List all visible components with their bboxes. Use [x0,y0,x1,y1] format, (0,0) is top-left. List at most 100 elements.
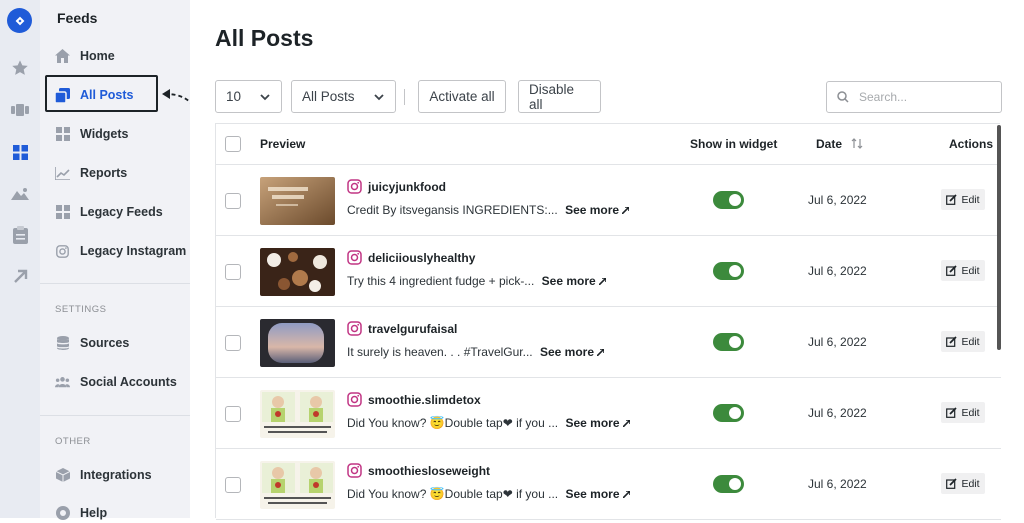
feeds-grid-icon[interactable] [10,142,30,162]
post-thumbnail[interactable] [260,390,335,438]
post-thumbnail[interactable] [260,177,335,225]
column-actions: Actions [949,137,994,151]
edit-button[interactable]: Edit [941,260,985,281]
sidebar-item-sources[interactable]: Sources [55,333,129,353]
icon-rail [0,0,40,518]
reviews-icon[interactable] [10,100,30,120]
edit-icon [946,478,958,489]
divider [40,283,190,284]
see-more-link[interactable]: See more [565,416,631,430]
scrollbar-thumb[interactable] [997,125,1001,350]
row-checkbox[interactable] [225,406,241,422]
caption-text: Credit By itsvegansis INGREDIENTS:... [347,203,558,217]
see-more-label: See more [541,274,596,288]
arrow-up-right-icon[interactable] [10,266,30,286]
post-thumbnail[interactable] [260,248,335,296]
post-caption: Try this 4 ingredient fudge + pick-... S… [347,274,607,288]
table-row: smoothie.slimdetox Did You know? 😇Double… [216,378,1001,449]
sidebar-item-legacy-instagram[interactable]: Legacy Instagram [55,241,186,261]
edit-icon [946,407,958,418]
sidebar-item-label: Sources [80,336,130,350]
username-text: smoothie.slimdetox [368,392,481,407]
post-thumbnail[interactable] [260,319,335,367]
post-date: Jul 6, 2022 [808,406,867,420]
help-icon [55,506,70,521]
app-logo-icon[interactable] [7,8,32,33]
post-username: travelgurufaisal [347,321,457,336]
search-placeholder: Search... [859,90,908,104]
edit-label: Edit [961,477,980,490]
post-username: smoothiesloseweight [347,463,490,478]
sidebar-item-help[interactable]: Help [55,503,107,523]
instagram-icon [347,250,362,265]
select-all-checkbox[interactable] [225,136,241,152]
column-date[interactable]: Date [816,137,863,151]
username-text: travelgurufaisal [368,321,458,336]
sidebar-item-social-accounts[interactable]: Social Accounts [55,372,177,392]
table-row: travelgurufaisal It surely is heaven. . … [216,307,1001,378]
username-text: juicyjunkfood [368,179,446,194]
instagram-icon [347,321,362,336]
post-username: juicyjunkfood [347,179,446,194]
activate-all-button[interactable]: Activate all [418,80,506,113]
row-checkbox[interactable] [225,477,241,493]
per-page-select[interactable]: 10 [215,80,282,113]
sidebar-title: Feeds [57,10,98,26]
disable-all-button[interactable]: Disable all [518,80,601,113]
star-icon[interactable] [10,58,30,78]
search-icon [837,91,849,103]
row-checkbox[interactable] [225,264,241,280]
username-text: smoothiesloseweight [368,463,491,478]
column-date-label: Date [816,137,843,151]
username-text: deliciiouslyhealthy [368,250,476,265]
show-in-widget-toggle[interactable] [713,404,744,422]
chevron-down-icon [374,94,384,101]
edit-button[interactable]: Edit [941,473,985,494]
per-page-value: 10 [226,89,242,104]
post-date: Jul 6, 2022 [808,335,867,349]
instagram-icon [347,179,362,194]
sort-icon[interactable] [851,138,863,149]
see-more-link[interactable]: See more [565,203,631,217]
post-caption: Credit By itsvegansis INGREDIENTS:... Se… [347,203,631,217]
post-date: Jul 6, 2022 [808,193,867,207]
edit-icon [946,265,958,276]
see-more-link[interactable]: See more [541,274,607,288]
edit-button[interactable]: Edit [941,189,985,210]
see-more-link[interactable]: See more [540,345,606,359]
filter-value: All Posts [302,89,355,104]
show-in-widget-toggle[interactable] [713,475,744,493]
sidebar-item-home[interactable]: Home [55,46,115,66]
image-icon[interactable] [10,184,30,204]
row-checkbox[interactable] [225,335,241,351]
sidebar-item-label: Legacy Feeds [80,205,163,219]
post-thumbnail[interactable] [260,461,335,509]
edit-button[interactable]: Edit [941,402,985,423]
see-more-label: See more [565,487,620,501]
show-in-widget-toggle[interactable] [713,262,744,280]
sidebar-item-reports[interactable]: Reports [55,163,127,183]
column-show-in-widget: Show in widget [690,137,778,151]
caption-text: Did You know? 😇Double tap❤ if you ... [347,416,559,430]
show-in-widget-toggle[interactable] [713,191,744,209]
filter-select[interactable]: All Posts [291,80,396,113]
sidebar-item-label: Widgets [80,127,129,141]
other-section-label: OTHER [55,436,91,447]
see-more-link[interactable]: See more [565,487,631,501]
caption-text: It surely is heaven. . . #TravelGur... [347,345,533,359]
column-preview: Preview [260,137,306,151]
main-content: All Posts 10 All Posts Activate all Disa… [190,0,1024,520]
sidebar-item-widgets[interactable]: Widgets [55,124,129,144]
see-more-label: See more [565,203,620,217]
users-icon [55,375,70,390]
see-more-label: See more [565,416,620,430]
sidebar-item-integrations[interactable]: Integrations [55,465,152,485]
row-checkbox[interactable] [225,193,241,209]
post-caption: Did You know? 😇Double tap❤ if you ... Se… [347,416,631,430]
posts-table: Preview Show in widget Date Actions juic… [215,123,1001,520]
sidebar-item-legacy-feeds[interactable]: Legacy Feeds [55,202,163,222]
show-in-widget-toggle[interactable] [713,333,744,351]
clipboard-icon[interactable] [10,225,30,245]
search-input[interactable]: Search... [826,81,1002,113]
edit-button[interactable]: Edit [941,331,985,352]
